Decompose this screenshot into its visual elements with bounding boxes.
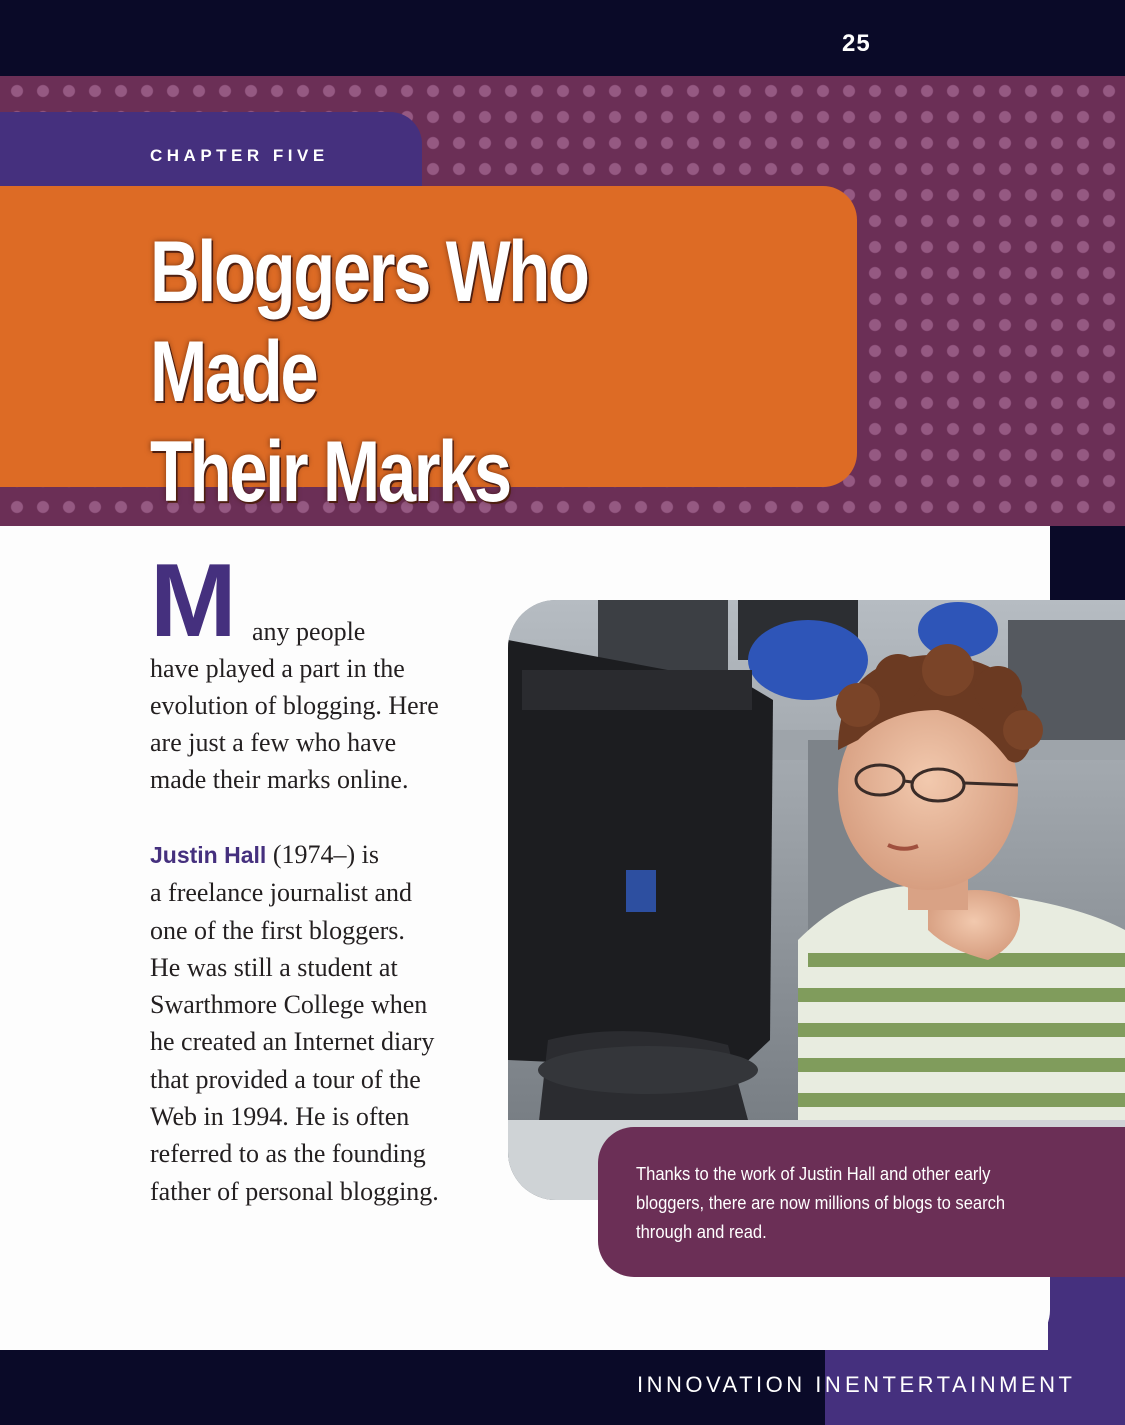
page-number: 25: [842, 30, 871, 57]
chapter-label: CHAPTER FIVE: [150, 146, 329, 165]
bio-text: (1974–) is a freelance journalist and on…: [150, 840, 439, 1206]
intro-paragraph: have played a part in the evolution of b…: [150, 654, 439, 794]
footer-series-right: ENTERTAINMENT: [845, 1372, 1076, 1397]
photo-caption: Thanks to the work of Justin Hall and ot…: [636, 1164, 1006, 1242]
photo-boy-at-computer: [508, 600, 1125, 1200]
drop-cap: M: [150, 543, 237, 659]
bio-paragraph: Justin Hall (1974–) is a freelance journ…: [150, 836, 495, 1210]
bio-name: Justin Hall: [150, 842, 267, 868]
footer-series-left: INNOVATION IN: [637, 1372, 845, 1397]
top-bar: [0, 0, 1125, 76]
chapter-title: Bloggers Who Made Their Marks: [150, 224, 590, 520]
intro-first-line: any people: [252, 617, 366, 646]
side-accent-dark: [1048, 526, 1125, 600]
